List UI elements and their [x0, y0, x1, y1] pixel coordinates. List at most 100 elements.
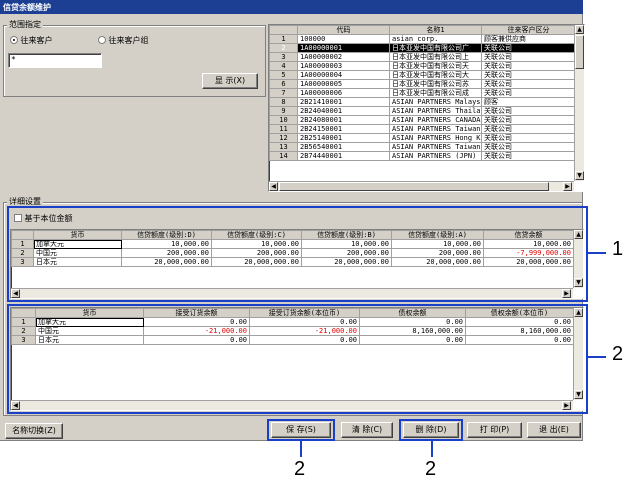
table-cell[interactable]: 20,000,000.00 — [483, 257, 574, 267]
scroll-up-icon[interactable]: ▲ — [574, 230, 583, 239]
customer-filter-input[interactable]: * — [8, 53, 102, 68]
table-cell[interactable]: 8,160,000.00 — [465, 326, 574, 336]
table-cell[interactable]: ASIAN PARTNERS CANADA — [389, 115, 482, 125]
customer-list-hscroll[interactable]: ◀ ▶ — [269, 181, 574, 191]
table-row[interactable]: 10 2B24080001 ASIAN PARTNERS CANADA 关联公司 — [269, 115, 576, 125]
table-row[interactable]: 7 1A00000006 日本亚发中国有限公司成 关联公司 — [269, 88, 576, 98]
table-cell[interactable]: 20,000,000.00 — [121, 257, 212, 267]
table-cell[interactable]: 关联公司 — [481, 151, 576, 161]
table-cell[interactable]: 加拿大元 — [35, 317, 144, 327]
table-row[interactable]: 14 2B74440001 ASIAN PARTNERS (JPN) 关联公司 — [269, 151, 576, 161]
table-cell[interactable]: 日本元 — [35, 335, 144, 345]
radio-customer-group-indicator[interactable] — [98, 36, 106, 44]
table-cell[interactable]: 200,000.00 — [301, 248, 392, 258]
scroll-right-icon[interactable]: ▶ — [563, 182, 572, 191]
table-cell[interactable]: 0.00 — [465, 317, 574, 327]
save-button[interactable]: 保 存(S) — [271, 422, 331, 438]
customer-list-vscroll[interactable]: ▲ ▼ — [574, 25, 584, 181]
row-header[interactable]: 1 — [269, 34, 298, 44]
table-row[interactable]: 2 1A00000001 日本亚发中国有限公司广 关联公司 — [269, 43, 576, 53]
table-cell[interactable]: 关联公司 — [481, 79, 576, 89]
table-cell[interactable]: 日本亚发中国有限公司天 — [389, 61, 482, 71]
column-header[interactable]: 货币 — [35, 308, 144, 318]
column-header[interactable]: 信贷额度(级别:B) — [301, 230, 392, 240]
table-cell[interactable]: 日本亚发中国有限公司上 — [389, 52, 482, 62]
table-cell[interactable]: 0.00 — [465, 335, 574, 345]
table-cell[interactable]: 关联公司 — [481, 124, 576, 134]
table-cell[interactable]: 2B56540001 — [297, 142, 390, 152]
base-currency-checkbox[interactable] — [14, 214, 22, 222]
table-row[interactable]: 1 加拿大元 10,000.00 10,000.00 10,000.00 10,000.0… — [11, 239, 574, 249]
row-header[interactable]: 1 — [11, 239, 34, 249]
column-header[interactable]: 往来客户区分 — [481, 25, 576, 35]
table-cell[interactable]: 日本亚发中国有限公司苏 — [389, 79, 482, 89]
column-header[interactable]: 货币 — [33, 230, 122, 240]
table-cell[interactable]: 日本亚发中国有限公司大 — [389, 70, 482, 80]
table-cell[interactable]: 关联公司 — [481, 88, 576, 98]
scroll-left-icon[interactable]: ◀ — [11, 289, 20, 298]
column-header[interactable]: 债权余额(本位币) — [465, 308, 574, 318]
row-header[interactable]: 2 — [11, 248, 34, 258]
table-cell[interactable]: 1A00000003 — [297, 61, 390, 71]
table-row[interactable]: 11 2B24150001 ASIAN PARTNERS Taiwan 关联公司 — [269, 124, 576, 134]
column-header[interactable]: 代码 — [297, 25, 390, 35]
table-cell[interactable]: 20,000,000.00 — [301, 257, 392, 267]
radio-customer-indicator[interactable] — [10, 36, 18, 44]
row-header[interactable]: 4 — [269, 61, 298, 71]
table-cell[interactable]: 关联公司 — [481, 61, 576, 71]
table-cell[interactable]: 关联公司 — [481, 52, 576, 62]
scroll-thumb[interactable] — [575, 35, 584, 69]
table-cell[interactable]: 2B25140001 — [297, 133, 390, 143]
table-cell[interactable]: asian corp. — [389, 34, 482, 44]
table-cell[interactable]: 1A00000002 — [297, 52, 390, 62]
table-cell[interactable]: 日本元 — [33, 257, 122, 267]
scroll-left-icon[interactable]: ◀ — [269, 182, 278, 191]
table-cell[interactable]: ASIAN PARTNERS Hong K — [389, 133, 482, 143]
row-header[interactable]: 9 — [269, 106, 298, 116]
row-header[interactable]: 7 — [269, 88, 298, 98]
table-cell[interactable]: ASIAN PARTNERS Malaysi — [389, 97, 482, 107]
print-button[interactable]: 打 印(P) — [467, 422, 522, 438]
table-cell[interactable]: ASIAN PARTNERS Taiwan — [389, 142, 482, 152]
table-cell[interactable]: 8,160,000.00 — [359, 326, 466, 336]
clear-button[interactable]: 清 除(C) — [341, 422, 393, 438]
show-button[interactable]: 显 示(X) — [202, 73, 258, 89]
customer-list-grid[interactable]: 代码 名称1 往来客户区分 1 100000 asian corp. 顾客兼供应商 2 1A0… — [268, 24, 585, 192]
base-currency-option[interactable]: 基于本位金额 — [14, 213, 73, 224]
balance-grid[interactable]: 货币 接受订货余额 接受订货余额(本位币) 债权余额 债权余额(本位币) 1 加拿大元 0.… — [10, 307, 584, 411]
table-cell[interactable]: 日本亚发中国有限公司广 — [389, 43, 482, 53]
table-cell[interactable]: 1A00000006 — [297, 88, 390, 98]
table-cell[interactable]: 中国元 — [33, 248, 122, 258]
column-header[interactable]: 信贷额度(级别:D) — [121, 230, 212, 240]
table-row[interactable]: 3 日本元 0.00 0.00 0.00 0.00 — [11, 335, 574, 345]
credit-grid[interactable]: 货币 信贷额度(级别:D) 信贷额度(级别:C) 信贷额度(级别:B) 信贷额度(级别:… — [10, 229, 584, 299]
delete-button[interactable]: 删 除(D) — [403, 422, 459, 438]
table-row[interactable]: 4 1A00000003 日本亚发中国有限公司天 关联公司 — [269, 61, 576, 71]
table-cell[interactable]: 20,000,000.00 — [211, 257, 302, 267]
table-row[interactable]: 6 1A00000005 日本亚发中国有限公司苏 关联公司 — [269, 79, 576, 89]
row-header[interactable]: 2 — [11, 326, 36, 336]
table-cell[interactable]: ASIAN PARTNERS Thailan — [389, 106, 482, 116]
row-header[interactable]: 11 — [269, 124, 298, 134]
credit-grid-vscroll[interactable]: ▲ ▼ — [573, 230, 583, 288]
table-cell[interactable]: 200,000.00 — [211, 248, 302, 258]
row-header[interactable]: 12 — [269, 133, 298, 143]
scroll-down-icon[interactable]: ▼ — [574, 278, 583, 287]
row-header[interactable]: 5 — [269, 70, 298, 80]
scroll-down-icon[interactable]: ▼ — [575, 171, 584, 180]
name-switch-button[interactable]: 名称切换(Z) — [5, 423, 63, 439]
row-header[interactable]: 3 — [269, 52, 298, 62]
row-header[interactable]: 6 — [269, 79, 298, 89]
balance-grid-vscroll[interactable]: ▲ ▼ — [573, 308, 583, 400]
row-header[interactable]: 13 — [269, 142, 298, 152]
scroll-down-icon[interactable]: ▼ — [574, 390, 583, 399]
credit-grid-hscroll[interactable]: ◀ ▶ — [11, 288, 573, 298]
column-header[interactable]: 信贷余额 — [483, 230, 574, 240]
table-row[interactable]: 2 中国元 200,000.00 200,000.00 200,000.00 200,00… — [11, 248, 574, 258]
column-header[interactable]: 信贷额度(级别:A) — [391, 230, 484, 240]
table-cell[interactable]: 2B24040001 — [297, 106, 390, 116]
table-cell[interactable]: 0.00 — [359, 317, 466, 327]
row-header[interactable]: 14 — [269, 151, 298, 161]
table-cell[interactable]: -7,999,000.00 — [483, 248, 574, 258]
table-cell[interactable]: 顾客 — [481, 97, 576, 107]
